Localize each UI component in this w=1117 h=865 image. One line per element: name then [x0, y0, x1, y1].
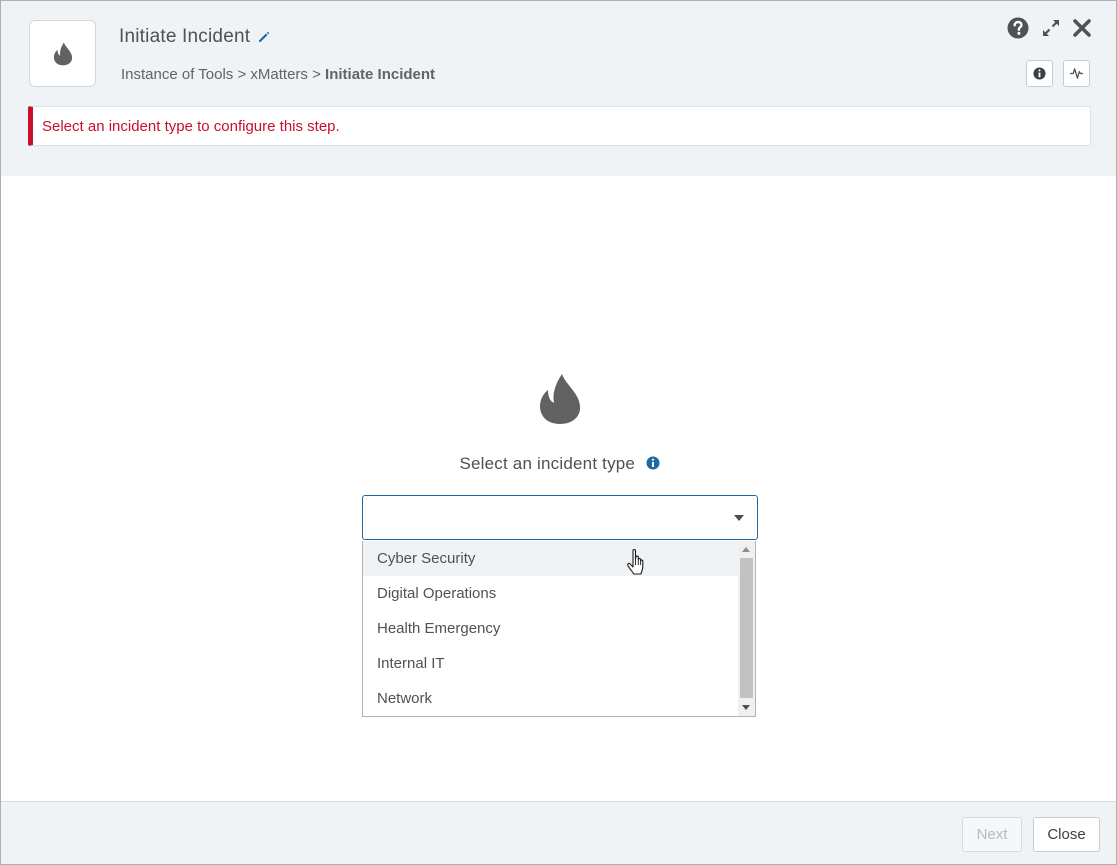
close-button[interactable]: Close	[1033, 817, 1100, 852]
next-button[interactable]: Next	[962, 817, 1022, 852]
info-icon	[1033, 67, 1046, 80]
scroll-down-arrow-icon[interactable]	[742, 705, 750, 710]
page-title: Initiate Incident	[119, 26, 251, 47]
error-alert: Select an incident type to configure thi…	[28, 106, 1091, 146]
scrollbar-thumb[interactable]	[740, 558, 753, 698]
activity-icon	[1070, 68, 1083, 79]
dialog-footer: Next Close	[1, 801, 1116, 864]
window-controls	[1006, 15, 1116, 43]
initiate-incident-dialog: Initiate Incident Instance of Tools > xM…	[0, 0, 1117, 865]
expand-icon[interactable]	[1039, 15, 1063, 41]
activity-button[interactable]	[1063, 60, 1090, 87]
chevron-down-icon	[734, 515, 744, 521]
incident-type-label: Select an incident type	[459, 454, 636, 473]
info-button[interactable]	[1026, 60, 1053, 87]
dialog-header: Initiate Incident Instance of Tools > xM…	[1, 1, 1116, 176]
info-icon[interactable]	[646, 456, 660, 470]
dropdown-option-cyber-security[interactable]: Cyber Security	[363, 541, 740, 576]
alert-message: Select an incident type to configure thi…	[42, 117, 340, 135]
breadcrumb: Instance of Tools > xMatters > Initiate …	[121, 66, 435, 83]
breadcrumb-current: Initiate Incident	[325, 66, 436, 83]
question-circle-icon[interactable]	[1006, 15, 1030, 41]
dropdown-option-digital-operations[interactable]: Digital Operations	[363, 576, 740, 611]
pencil-icon[interactable]	[258, 31, 270, 43]
breadcrumb-item-instance: Instance of Tools	[121, 66, 234, 83]
dropdown-option-internal-it[interactable]: Internal IT	[363, 646, 740, 681]
breadcrumb-separator: >	[233, 66, 251, 83]
flame-icon	[540, 374, 581, 424]
breadcrumb-separator: >	[307, 66, 326, 83]
title-row: Initiate Incident	[119, 25, 270, 49]
scroll-up-arrow-icon[interactable]	[742, 547, 750, 552]
breadcrumb-item-xmatters: xMatters	[250, 66, 308, 83]
close-icon[interactable]	[1070, 15, 1094, 41]
select-label-row: Select an incident type	[1, 454, 1117, 474]
incident-type-select[interactable]	[362, 495, 758, 540]
dropdown-option-health-emergency[interactable]: Health Emergency	[363, 611, 740, 646]
incident-type-dropdown: Cyber Security Digital Operations Health…	[362, 541, 756, 717]
flame-icon	[53, 42, 72, 65]
dropdown-option-network[interactable]: Network	[363, 681, 740, 716]
dropdown-scrollbar[interactable]	[738, 541, 755, 716]
step-icon-box	[29, 20, 96, 87]
